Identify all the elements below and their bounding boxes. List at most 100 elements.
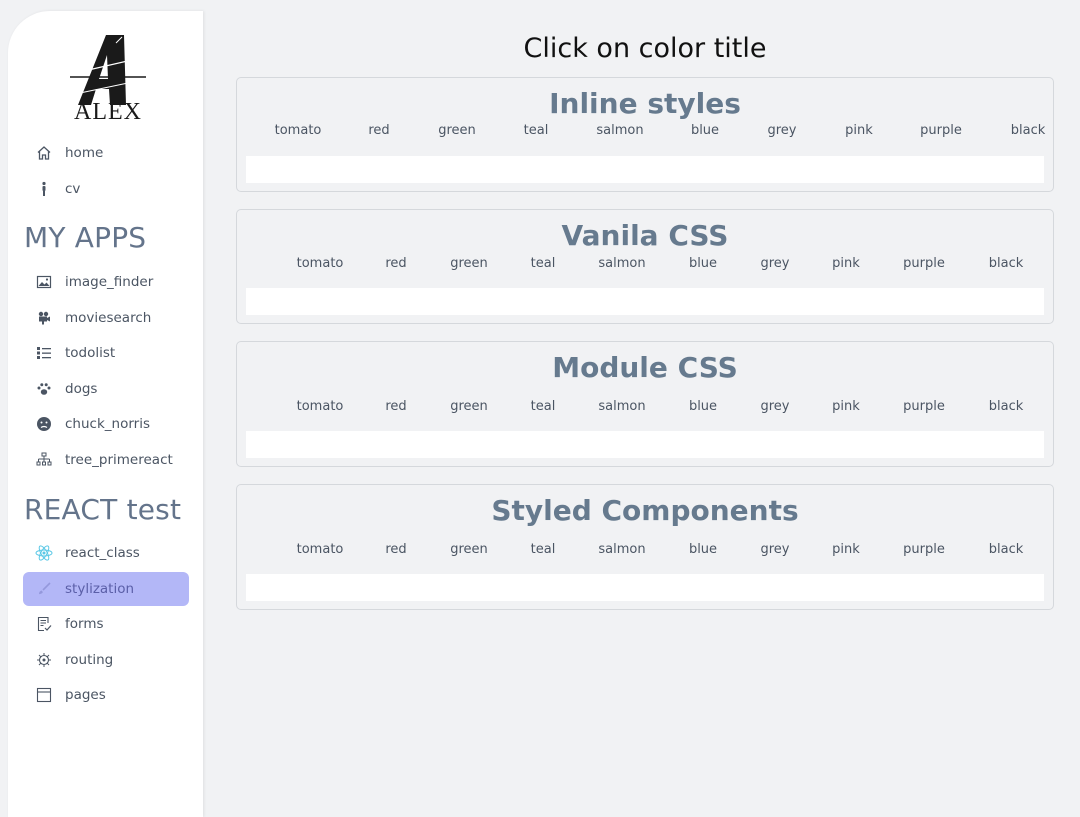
result-bar — [246, 156, 1044, 183]
nav-item-label: react_class — [65, 545, 140, 561]
color-option-pink[interactable]: pink — [832, 542, 860, 557]
color-option-teal[interactable]: teal — [531, 542, 556, 557]
color-option-red[interactable]: red — [385, 542, 406, 557]
color-option-blue[interactable]: blue — [689, 256, 717, 271]
form-icon — [35, 615, 53, 633]
nav-item-label: stylization — [65, 581, 135, 597]
color-option-salmon[interactable]: salmon — [598, 256, 645, 271]
color-option-pink[interactable]: pink — [832, 256, 860, 271]
color-option-green[interactable]: green — [450, 542, 488, 557]
nav-item-home[interactable]: home — [23, 136, 189, 170]
nav-item-todolist[interactable]: todolist — [23, 336, 189, 370]
color-option-green[interactable]: green — [450, 399, 488, 414]
my-apps-section-title: MY APPS — [24, 221, 147, 254]
color-option-purple[interactable]: purple — [903, 542, 945, 557]
nav-item-label: routing — [65, 652, 114, 668]
color-option-green[interactable]: green — [438, 123, 476, 138]
nav-item-pages[interactable]: pages — [23, 678, 189, 712]
color-option-blue[interactable]: blue — [691, 123, 719, 138]
card-title: Module CSS — [552, 351, 738, 384]
svg-text:ALEX: ALEX — [74, 99, 142, 123]
paw-icon — [35, 380, 53, 398]
page-title: Click on color title — [523, 33, 767, 64]
vanilla-css-card: Vanila CSS tomato red green teal salmon … — [236, 209, 1054, 324]
face-icon — [35, 415, 53, 433]
color-option-tomato[interactable]: tomato — [275, 123, 322, 138]
color-option-black[interactable]: black — [989, 542, 1024, 557]
sitemap-icon — [35, 451, 53, 469]
styled-components-card: Styled Components tomato red green teal … — [236, 484, 1054, 610]
color-option-red[interactable]: red — [385, 399, 406, 414]
color-option-blue[interactable]: blue — [689, 399, 717, 414]
color-list: tomato red green teal salmon blue grey p… — [237, 399, 1053, 417]
routing-icon — [35, 651, 53, 669]
person-icon — [35, 180, 53, 198]
nav-item-label: home — [65, 145, 104, 161]
color-list: tomato red green teal salmon blue grey p… — [237, 123, 1053, 141]
result-bar — [246, 431, 1044, 458]
result-bar — [246, 288, 1044, 315]
list-icon — [35, 344, 53, 362]
nav-item-label: cv — [65, 181, 81, 197]
nav-item-label: pages — [65, 687, 106, 703]
nav-item-label: image_finder — [65, 274, 154, 290]
color-option-grey[interactable]: grey — [760, 542, 789, 557]
color-option-salmon[interactable]: salmon — [598, 399, 645, 414]
nav-item-routing[interactable]: routing — [23, 643, 189, 677]
nav-item-image-finder[interactable]: image_finder — [23, 265, 189, 299]
nav-item-label: dogs — [65, 381, 98, 397]
color-option-purple[interactable]: purple — [903, 399, 945, 414]
nav-item-moviesearch[interactable]: moviesearch — [23, 301, 189, 335]
color-option-black[interactable]: black — [989, 399, 1024, 414]
card-title: Vanila CSS — [561, 219, 729, 252]
color-option-grey[interactable]: grey — [767, 123, 796, 138]
nav-item-chuck-norris[interactable]: chuck_norris — [23, 407, 189, 441]
nav-item-label: chuck_norris — [65, 416, 150, 432]
nav-item-label: forms — [65, 616, 104, 632]
color-option-grey[interactable]: grey — [760, 399, 789, 414]
home-icon — [35, 144, 53, 162]
color-option-green[interactable]: green — [450, 256, 488, 271]
nav-item-label: moviesearch — [65, 310, 152, 326]
result-bar — [246, 574, 1044, 601]
color-option-tomato[interactable]: tomato — [297, 399, 344, 414]
color-option-black[interactable]: black — [989, 256, 1024, 271]
alex-logo[interactable]: ALEX — [66, 33, 150, 123]
react-icon — [35, 544, 53, 562]
color-option-black[interactable]: black — [1011, 123, 1046, 138]
color-list: tomato red green teal salmon blue grey p… — [237, 256, 1053, 274]
page-icon — [35, 686, 53, 704]
color-option-salmon[interactable]: salmon — [598, 542, 645, 557]
nav-item-react-class[interactable]: react_class — [23, 536, 189, 570]
color-option-red[interactable]: red — [385, 256, 406, 271]
nav-item-dogs[interactable]: dogs — [23, 372, 189, 406]
nav-item-cv[interactable]: cv — [23, 172, 189, 206]
color-option-teal[interactable]: teal — [531, 256, 556, 271]
color-option-red[interactable]: red — [368, 123, 389, 138]
image-icon — [35, 273, 53, 291]
color-option-tomato[interactable]: tomato — [297, 256, 344, 271]
color-option-pink[interactable]: pink — [845, 123, 873, 138]
nav-item-stylization[interactable]: stylization — [23, 572, 189, 606]
color-option-tomato[interactable]: tomato — [297, 542, 344, 557]
brush-icon — [35, 580, 53, 598]
color-option-pink[interactable]: pink — [832, 399, 860, 414]
color-option-grey[interactable]: grey — [760, 256, 789, 271]
nav-item-tree-primereact[interactable]: tree_primereact — [23, 443, 189, 477]
color-option-teal[interactable]: teal — [524, 123, 549, 138]
color-option-teal[interactable]: teal — [531, 399, 556, 414]
nav-item-forms[interactable]: forms — [23, 607, 189, 641]
color-list: tomato red green teal salmon blue grey p… — [237, 542, 1053, 560]
module-css-card: Module CSS tomato red green teal salmon … — [236, 341, 1054, 467]
color-option-salmon[interactable]: salmon — [596, 123, 643, 138]
video-icon — [35, 309, 53, 327]
nav-item-label: tree_primereact — [65, 452, 173, 468]
color-option-purple[interactable]: purple — [903, 256, 945, 271]
card-title: Styled Components — [491, 494, 799, 527]
card-title: Inline styles — [549, 87, 741, 120]
inline-styles-card: Inline styles tomato red green teal salm… — [236, 77, 1054, 192]
nav-item-label: todolist — [65, 345, 116, 361]
react-test-section-title: REACT test — [24, 493, 182, 526]
color-option-blue[interactable]: blue — [689, 542, 717, 557]
color-option-purple[interactable]: purple — [920, 123, 962, 138]
